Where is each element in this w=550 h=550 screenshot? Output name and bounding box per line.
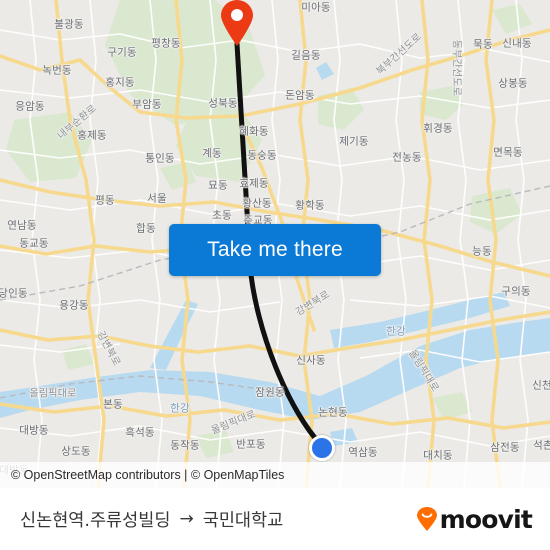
moovit-logo[interactable]: moovit [416,504,533,534]
route-origin-label: 신논현역.주류성빌딩 [20,510,171,531]
map-canvas[interactable]: 불광동 평창동 구기동 녹번동 홍지동 응암동 부암동 내부순환로 홍제동 통인동 계동 성북동 혜화동… [0,0,550,488]
route-caption: 신논현역.주류성빌딩 → 국민대학교 [20,507,283,532]
attribution-text[interactable]: © OpenStreetMap contributors | © OpenMap… [11,468,284,482]
route-destination-label: 국민대학교 [202,510,284,531]
pin-glyph [221,0,253,46]
arrow-right-icon: → [179,508,194,529]
origin-dot-icon[interactable] [309,435,335,461]
take-me-there-button[interactable]: Take me there [169,224,381,276]
footer-bar: 신논현역.주류성빌딩 → 국민대학교 moovit [0,488,550,550]
moovit-wordmark: moovit [439,504,533,534]
attribution-bar: © OpenStreetMap contributors | © OpenMap… [0,462,550,488]
destination-pin-icon[interactable] [220,0,254,46]
moovit-pin-icon [416,507,437,531]
